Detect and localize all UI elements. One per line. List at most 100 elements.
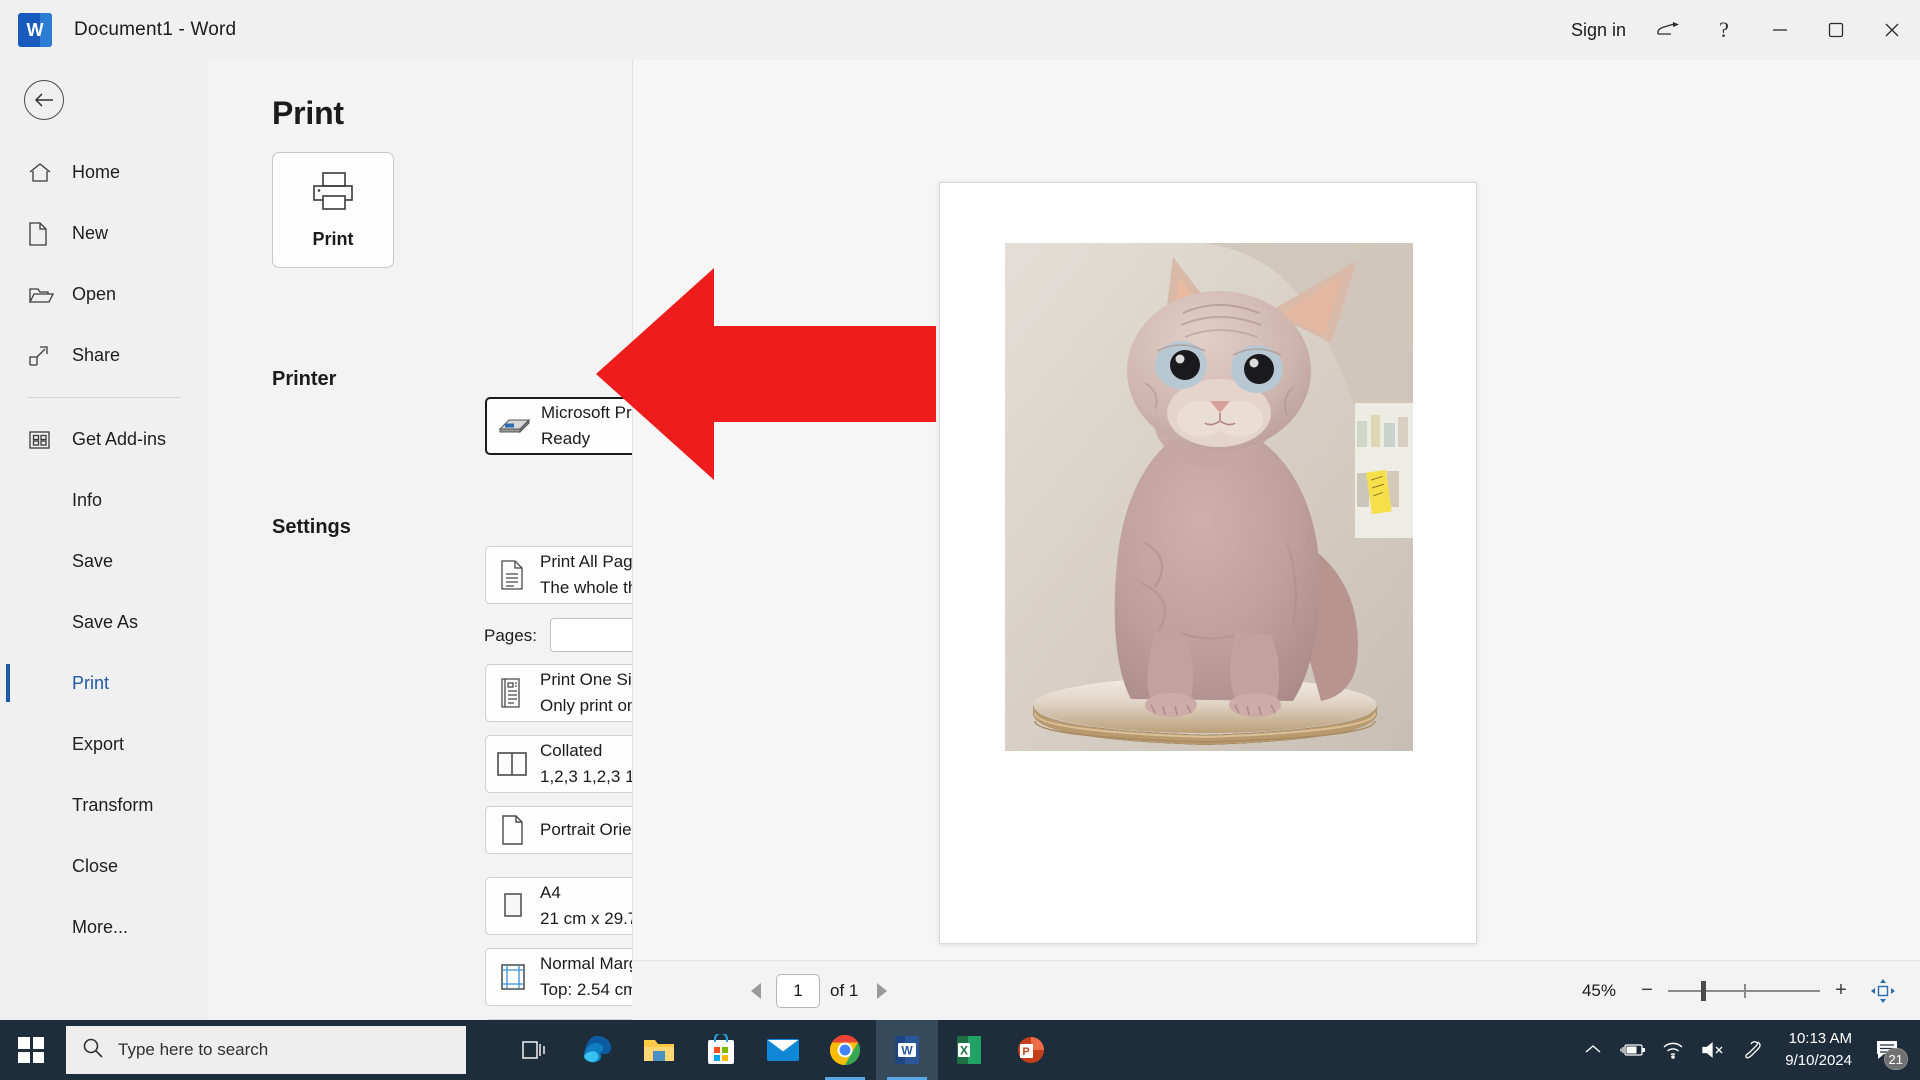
microsoft-excel-icon[interactable]: X: [938, 1020, 1000, 1080]
search-icon: [82, 1037, 104, 1064]
taskbar-clock[interactable]: 10:13 AM 9/10/2024: [1773, 1020, 1864, 1080]
wifi-icon[interactable]: [1653, 1020, 1693, 1080]
svg-text:W: W: [901, 1044, 913, 1058]
task-view-icon[interactable]: [504, 1020, 566, 1080]
print-settings-pane: Print Print Copies:: [208, 60, 839, 1068]
notifications-icon[interactable]: 21: [1864, 1020, 1910, 1080]
zoom-out-icon[interactable]: −: [1636, 978, 1658, 1004]
file-explorer-icon[interactable]: [628, 1020, 690, 1080]
word-print-backstage-screen: W Document1 - Word Sign in ? Home New Op…: [0, 0, 1920, 1080]
next-page-icon[interactable]: [868, 976, 896, 1006]
sphynx-cat-photo: [1005, 243, 1413, 751]
microsoft-word-icon[interactable]: W: [876, 1020, 938, 1080]
svg-text:P: P: [1022, 1046, 1029, 1058]
print-button-label: Print: [312, 229, 354, 249]
sidebar-item-more[interactable]: More...: [0, 897, 208, 958]
sidebar-item-label: More...: [72, 917, 129, 937]
home-icon: [28, 160, 58, 186]
sign-in-button[interactable]: Sign in: [1557, 20, 1640, 41]
sidebar-item-get-add-ins[interactable]: Get Add-ins: [0, 409, 208, 470]
windows-taskbar: Type here to search W X P 10:13 AM 9/10/…: [0, 1020, 1920, 1080]
zoom-level-label[interactable]: 45%: [1582, 981, 1616, 1001]
sidebar-item-info[interactable]: Info: [0, 470, 208, 531]
taskbar-apps: W X P: [504, 1020, 1062, 1080]
sidebar-item-print[interactable]: Print: [0, 653, 208, 714]
search-placeholder: Type here to search: [118, 1040, 269, 1059]
sidebar-item-open[interactable]: Open: [0, 264, 208, 325]
windows-start-icon[interactable]: [0, 1020, 62, 1080]
title-bar-right-group: Sign in ?: [1557, 0, 1920, 60]
add-ins-icon: [28, 427, 58, 453]
printer-icon: [308, 170, 358, 217]
system-tray: 10:13 AM 9/10/2024 21: [1573, 1020, 1920, 1080]
clock-time: 10:13 AM: [1788, 1030, 1852, 1048]
sidebar-item-label: Get Add-ins: [72, 429, 167, 449]
open-folder-icon: [28, 282, 58, 308]
ribbon-display-options-icon[interactable]: [1640, 0, 1696, 60]
sidebar-item-label: Save: [72, 551, 114, 571]
sidebar-item-label: Close: [72, 856, 119, 876]
microsoft-edge-icon[interactable]: [566, 1020, 628, 1080]
print-button[interactable]: Print: [272, 152, 394, 268]
print-one-sided-icon: [486, 677, 540, 709]
backstage-sidebar: Home New Open Share Get Add-ins Info Sav…: [0, 60, 208, 1020]
mail-icon[interactable]: [752, 1020, 814, 1080]
page-title: Print: [272, 95, 344, 131]
sidebar-item-share[interactable]: Share: [0, 325, 208, 386]
current-page-input[interactable]: [776, 973, 820, 1008]
sidebar-item-close[interactable]: Close: [0, 836, 208, 897]
sidebar-item-save-as[interactable]: Save As: [0, 592, 208, 653]
zoom-to-page-icon[interactable]: [1868, 977, 1898, 1005]
sidebar-item-label: Transform: [72, 795, 154, 815]
paper-size-icon: [486, 891, 540, 921]
google-chrome-icon[interactable]: [814, 1020, 876, 1080]
taskbar-search-box[interactable]: Type here to search: [66, 1026, 466, 1074]
volume-muted-icon[interactable]: [1693, 1020, 1733, 1080]
restore-icon[interactable]: [1808, 0, 1864, 60]
zoom-in-icon[interactable]: +: [1830, 978, 1852, 1004]
margins-icon: [486, 962, 540, 992]
microsoft-store-icon[interactable]: [690, 1020, 752, 1080]
previous-page-icon[interactable]: [742, 976, 770, 1006]
printer-device-icon: [487, 412, 541, 440]
share-icon: [28, 343, 58, 369]
collated-icon: [486, 750, 540, 778]
portrait-orientation-icon: [486, 814, 540, 846]
sidebar-item-label: Info: [72, 490, 103, 510]
notifications-count-badge: 21: [1883, 1048, 1908, 1070]
battery-charging-icon[interactable]: [1613, 1020, 1653, 1080]
sidebar-item-home[interactable]: Home: [0, 142, 208, 203]
pen-icon[interactable]: [1733, 1020, 1773, 1080]
print-preview-area: [632, 60, 1920, 960]
sidebar-item-label: Home: [72, 162, 121, 182]
clock-date: 9/10/2024: [1785, 1052, 1852, 1069]
title-bar: W Document1 - Word Sign in ?: [0, 0, 1920, 60]
zoom-controls: 45% − +: [1582, 977, 1898, 1005]
microsoft-powerpoint-icon[interactable]: P: [1000, 1020, 1062, 1080]
pages-label: Pages:: [484, 626, 537, 645]
help-icon[interactable]: ?: [1696, 0, 1752, 60]
sidebar-item-label: Share: [72, 345, 121, 365]
sidebar-item-new[interactable]: New: [0, 203, 208, 264]
sidebar-divider: [28, 397, 180, 398]
zoom-slider[interactable]: [1668, 978, 1820, 1004]
zoom-slider-tick: [1744, 983, 1746, 998]
print-all-pages-icon: [486, 559, 540, 591]
sidebar-item-label: Print: [72, 673, 110, 693]
sidebar-item-save[interactable]: Save: [0, 531, 208, 592]
back-arrow-icon[interactable]: [24, 80, 64, 120]
sidebar-item-export[interactable]: Export: [0, 714, 208, 775]
preview-status-bar: of 1 45% − +: [632, 960, 1920, 1020]
sidebar-item-label: Export: [72, 734, 125, 754]
word-logo-icon: W: [18, 13, 52, 47]
backstage-nav-list: Home New Open Share Get Add-ins Info Sav…: [0, 142, 208, 958]
settings-section-heading: Settings: [272, 516, 351, 538]
preview-page-sheet: [939, 182, 1477, 944]
close-icon[interactable]: [1864, 0, 1920, 60]
page-count-label: of 1: [830, 980, 859, 1000]
zoom-slider-thumb[interactable]: [1701, 980, 1707, 1001]
show-hidden-icons-chevron-up-icon[interactable]: [1573, 1020, 1613, 1080]
sidebar-item-transform[interactable]: Transform: [0, 775, 208, 836]
minimize-icon[interactable]: [1752, 0, 1808, 60]
new-document-icon: [28, 221, 58, 247]
